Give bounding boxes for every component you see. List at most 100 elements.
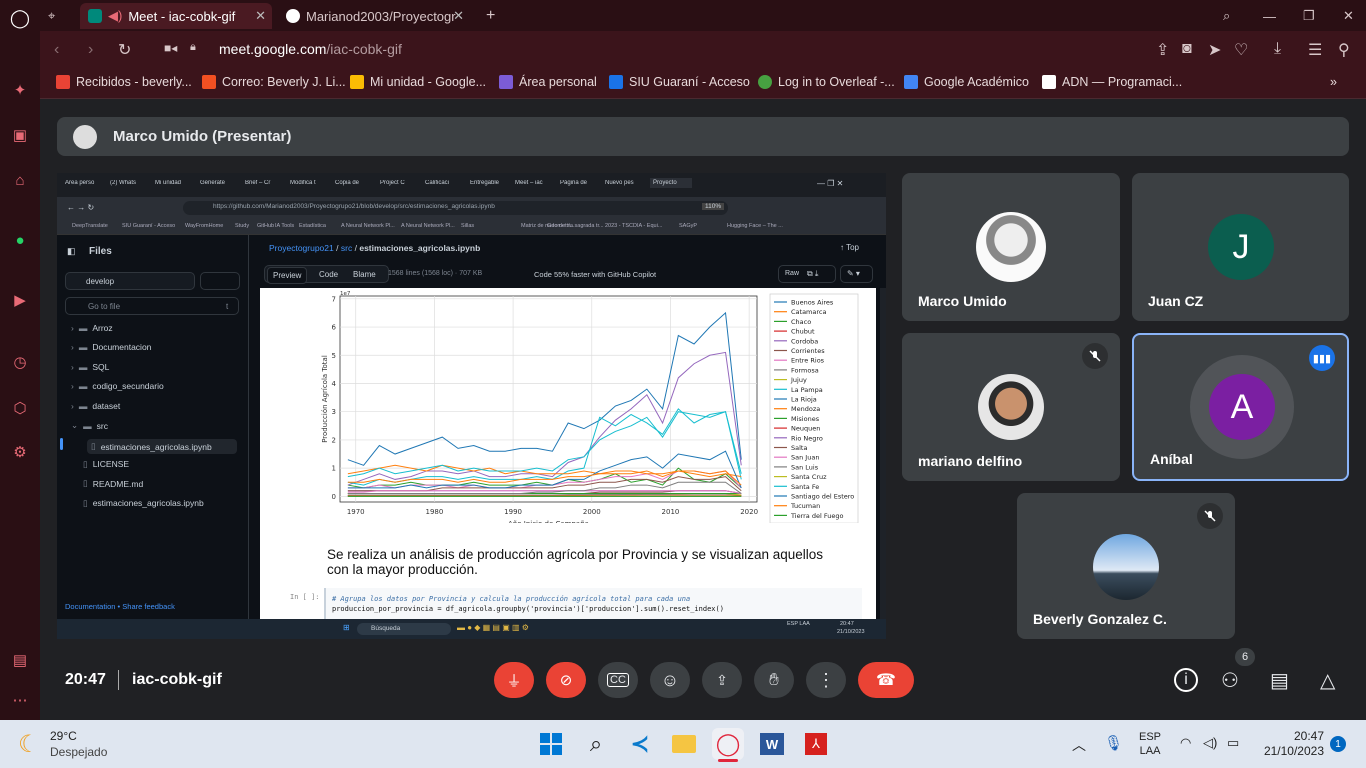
scrollbar[interactable] (880, 288, 886, 619)
history-icon[interactable]: ◷ (10, 352, 30, 372)
vscode-icon[interactable]: ≺ (624, 728, 656, 760)
chevron-right-icon[interactable]: » (1330, 75, 1337, 89)
participant-tile[interactable]: J Juan CZ (1132, 173, 1349, 321)
tab-blame[interactable]: Blame (353, 270, 376, 279)
file-tree-item[interactable]: ▯ LICENSE (83, 459, 129, 470)
volume-icon[interactable]: ◁) (1203, 735, 1217, 751)
aria-icon[interactable]: ✦ (10, 80, 30, 100)
back-icon[interactable]: ‹ (54, 41, 59, 59)
whatsapp-icon[interactable]: ● (10, 230, 30, 250)
clock[interactable]: 20:47 21/10/2023 (1262, 729, 1324, 759)
forward-icon[interactable]: › (88, 41, 93, 59)
bookmark[interactable]: Google Académico (904, 75, 1029, 89)
download-icon[interactable]: ⤓ (1274, 40, 1281, 58)
captions-button[interactable]: CC (598, 662, 638, 698)
account-icon[interactable]: ⚲ (1338, 40, 1350, 60)
microphone-icon[interactable]: 🎙︎ (1104, 734, 1123, 752)
start-button[interactable] (535, 728, 567, 760)
participant-tile[interactable]: Marco Umido (902, 173, 1120, 321)
bookmark[interactable]: Correo: Beverly J. Li... (202, 75, 346, 89)
file-tree-item[interactable]: ⌄ ▬ src (71, 420, 108, 431)
edit-button[interactable]: ✎ ▾ (840, 265, 873, 283)
new-tab-button[interactable]: + (478, 3, 503, 29)
present-button[interactable]: ⇪ (702, 662, 742, 698)
top-link[interactable]: ↑ Top (840, 243, 859, 252)
file-explorer-icon[interactable] (668, 728, 700, 760)
workspaces-icon[interactable]: ▣ (10, 125, 30, 145)
battery-icon[interactable]: ▭ (1227, 735, 1239, 751)
file-tree-item[interactable]: › ▬ SQL (71, 362, 109, 372)
minimize-button[interactable]: — (1255, 3, 1284, 29)
send-icon[interactable]: ➤ (1208, 40, 1221, 60)
goto-file-input[interactable]: Go to file t (65, 297, 239, 315)
copilot-banner[interactable]: Code 55% faster with GitHub Copilot (534, 270, 656, 279)
opera-logo-icon[interactable]: ◯ (10, 8, 30, 28)
lock-icon[interactable]: 🔒︎ (190, 41, 196, 54)
file-tree-item[interactable]: ▯ README.md (83, 478, 143, 489)
close-window-button[interactable]: ✕ (1335, 3, 1362, 29)
word-icon[interactable]: W (756, 728, 788, 760)
tab-meet[interactable]: ◀) Meet - iac-cobk-gif ✕ (80, 3, 272, 29)
mic-off-button[interactable]: ⏚ (494, 662, 534, 698)
acrobat-icon[interactable]: ⅄ (800, 728, 832, 760)
file-tree-item[interactable]: › ▬ Documentacion (71, 342, 151, 352)
notification-badge[interactable]: 1 (1330, 736, 1346, 752)
close-icon[interactable]: ✕ (255, 8, 266, 24)
bookmark[interactable]: ADN — Programaci... (1042, 75, 1182, 89)
maximize-button[interactable]: ❐ (1295, 3, 1323, 29)
gallery-icon[interactable]: ▤ (10, 650, 30, 670)
chat-icon[interactable]: ▤ (1270, 668, 1289, 693)
search-icon[interactable]: ⌕ (580, 728, 612, 760)
file-tree-item[interactable]: › ▬ dataset (71, 401, 120, 411)
reactions-button[interactable]: ☺ (650, 662, 690, 698)
bookmark[interactable]: SIU Guaraní - Acceso (609, 75, 750, 89)
share-icon[interactable]: ⇪ (1156, 40, 1169, 60)
camera-off-button[interactable]: ⊘ (546, 662, 586, 698)
branch-selector[interactable]: develop (65, 272, 195, 290)
breadcrumb-repo[interactable]: Proyectogrupo21 (269, 243, 334, 253)
bookmark[interactable]: Log in to Overleaf -... (758, 75, 895, 89)
file-tree-item[interactable]: › ▬ codigo_secundario (71, 381, 164, 391)
add-search-buttons[interactable] (200, 272, 240, 290)
easy-setup-icon[interactable]: ☰ (1308, 40, 1322, 60)
reload-icon[interactable]: ↻ (118, 40, 131, 60)
file-tree-item[interactable]: ▯ estimaciones_agricolas.ipynb (83, 498, 204, 509)
tab-preview[interactable]: Preview (267, 267, 308, 284)
chevron-up-icon[interactable]: ︿ (1072, 735, 1086, 755)
feedback-link[interactable]: Share feedback (122, 602, 175, 611)
sidebar-collapse-icon[interactable]: ◧ (67, 246, 76, 257)
bag-icon[interactable]: ⌂ (10, 170, 30, 190)
tab-code[interactable]: Code (319, 270, 338, 279)
info-icon[interactable]: i (1174, 668, 1198, 692)
copy-icon[interactable]: ⧉ ⤓ (807, 269, 818, 279)
language-indicator[interactable]: ESP LAA (1139, 730, 1161, 758)
player-icon[interactable]: ▶ (10, 290, 30, 310)
more-icon[interactable]: ⋯ (10, 690, 30, 710)
close-icon[interactable]: ✕ (453, 8, 464, 24)
gaming-icon[interactable]: ⌖ (48, 3, 70, 29)
wifi-icon[interactable]: ◠ (1180, 735, 1191, 751)
box-icon[interactable]: ⬡ (10, 398, 30, 418)
url-field[interactable]: meet.google.com/iac-cobk-gif (219, 41, 402, 57)
heart-icon[interactable]: ♡ (1234, 40, 1248, 60)
leave-call-button[interactable]: ☎ (858, 662, 914, 698)
people-icon[interactable]: ⚇ (1221, 668, 1239, 693)
tab-github[interactable]: Marianod2003/Proyectogr ✕ (278, 3, 470, 29)
file-tree-item[interactable]: ▯ estimaciones_agricolas.ipynb (87, 439, 237, 455)
bookmark[interactable]: Mi unidad - Google... (350, 75, 486, 89)
participant-tile-speaking[interactable]: ▮▮▮ A Aníbal (1132, 333, 1349, 481)
raise-hand-button[interactable]: ✋︎ (754, 662, 794, 698)
more-options-button[interactable]: ⋮ (806, 662, 846, 698)
bookmark[interactable]: Área personal (499, 75, 597, 89)
raw-button[interactable]: Raw (785, 270, 799, 277)
documentation-link[interactable]: Documentation (65, 602, 115, 611)
activities-icon[interactable]: △ (1320, 668, 1335, 693)
opera-icon[interactable]: ◯ (712, 728, 744, 760)
settings-icon[interactable]: ⚙ (10, 442, 30, 462)
breadcrumb-dir[interactable]: src (341, 243, 352, 253)
camera-icon[interactable]: ■◂ (164, 41, 177, 55)
snapshot-icon[interactable]: ◙ (1182, 40, 1192, 58)
participant-tile[interactable]: Beverly Gonzalez C. (1017, 493, 1235, 639)
search-tabs-icon[interactable]: ⌕ (1215, 3, 1238, 29)
participant-tile[interactable]: mariano delfino (902, 333, 1120, 481)
